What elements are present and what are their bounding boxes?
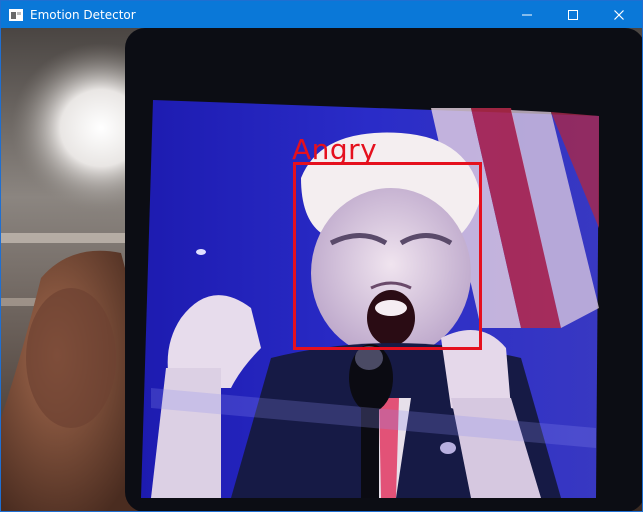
minimize-icon (522, 14, 532, 15)
maximize-button[interactable] (550, 1, 596, 28)
webcam-feed: Angry (1, 28, 642, 511)
app-window-icon (9, 8, 23, 21)
emotion-label: Angry (292, 133, 378, 166)
close-icon (614, 9, 624, 20)
window-title: Emotion Detector (30, 7, 136, 22)
maximize-icon (568, 9, 578, 20)
close-button[interactable] (596, 1, 642, 28)
face-bounding-box (293, 162, 482, 350)
title-bar[interactable]: Emotion Detector (1, 1, 642, 28)
emotion-detector-window: Emotion Detector Angry (0, 0, 643, 512)
minimize-button[interactable] (504, 1, 550, 28)
